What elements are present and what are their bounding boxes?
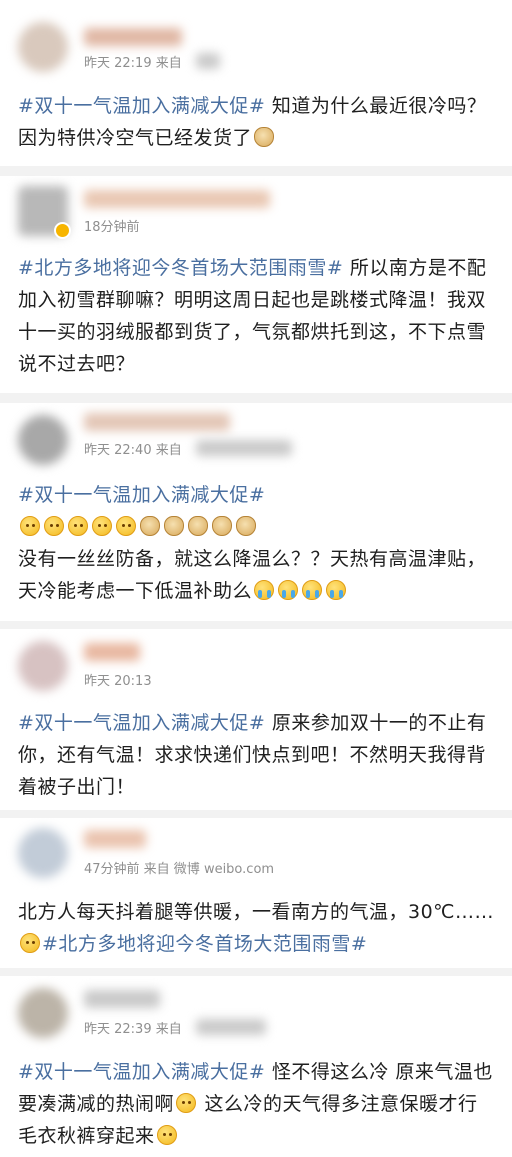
topic-hashtag[interactable]: #北方多地将迎今冬首场大范围雨雪#: [42, 933, 367, 955]
crying-icon: [254, 580, 275, 600]
post-card[interactable]: 昨天 20:13 #双十一气温加入满减大促# 原来参加双十一的不止有你，还有气温…: [0, 629, 512, 810]
username-redacted[interactable]: [84, 28, 182, 46]
divider: [0, 393, 512, 403]
post-meta: 昨天 20:13: [84, 674, 152, 689]
doge-icon: [236, 516, 256, 536]
post-meta: 昨天 22:39 来自: [84, 1022, 182, 1037]
doge-icon: [254, 127, 275, 147]
doge-icon: [212, 516, 232, 536]
post-meta: 47分钟前 来自 微博 weibo.com: [84, 862, 275, 877]
doge-icon: [164, 516, 184, 536]
topic-hashtag[interactable]: #双十一气温加入满减大促#: [18, 1061, 265, 1083]
laugh-icon: [176, 1093, 197, 1113]
post-meta: 18分钟前: [84, 220, 140, 235]
topic-hashtag[interactable]: #北方多地将迎今冬首场大范围雨雪#: [18, 257, 343, 279]
post-text: #双十一气温加入满减大促# 怪不得这么冷 原来气温也要凑满减的热闹啊 这么冷的天…: [18, 1056, 500, 1152]
post-card[interactable]: 昨天 22:39 来自 #双十一气温加入满减大促# 怪不得这么冷 原来气温也要凑…: [0, 976, 512, 1157]
grin-icon: [20, 516, 40, 536]
celebrate-icon: [156, 1125, 177, 1145]
user-badge-icon: [54, 222, 71, 239]
weibo-comment-feed: 昨天 22:19 来自 #双十一气温加入满减大促# 知道为什么最近很冷吗？因为特…: [0, 0, 512, 1157]
divider: [0, 968, 512, 976]
avatar[interactable]: [18, 828, 68, 878]
divider: [0, 621, 512, 629]
grin-icon: [92, 516, 112, 536]
username-redacted[interactable]: [84, 830, 146, 848]
grin-icon: [68, 516, 88, 536]
grin-icon: [116, 516, 136, 536]
topic-hashtag[interactable]: #双十一气温加入满减大促#: [18, 95, 265, 117]
source-redacted: [196, 1019, 266, 1035]
post-text: #北方多地将迎今冬首场大范围雨雪# 所以南方是不配加入初雪群聊嘛？明明这周日起也…: [18, 252, 500, 380]
divider: [0, 810, 512, 818]
post-text: #双十一气温加入满减大促# 知道为什么最近很冷吗？因为特供冷空气已经发货了: [18, 90, 500, 154]
post-body: 北方人每天抖着腿等供暖，一看南方的气温，30℃……: [18, 901, 495, 923]
crying-icon: [278, 580, 299, 600]
post-text: 北方人每天抖着腿等供暖，一看南方的气温，30℃…… #北方多地将迎今冬首场大范围雨…: [18, 896, 500, 960]
post-meta: 昨天 22:19 来自: [84, 56, 182, 71]
username-redacted[interactable]: [84, 413, 230, 431]
post-card[interactable]: 昨天 22:19 来自 #双十一气温加入满减大促# 知道为什么最近很冷吗？因为特…: [0, 0, 512, 168]
avatar[interactable]: [18, 988, 68, 1038]
avatar[interactable]: [18, 641, 68, 691]
post-card[interactable]: 18分钟前 #北方多地将迎今冬首场大范围雨雪# 所以南方是不配加入初雪群聊嘛？明…: [0, 176, 512, 393]
crying-icon: [302, 580, 323, 600]
doge-icon: [140, 516, 160, 536]
post-card[interactable]: 47分钟前 来自 微博 weibo.com 北方人每天抖着腿等供暖，一看南方的气…: [0, 818, 512, 968]
celebrate-icon: [20, 933, 40, 953]
topic-hashtag[interactable]: #双十一气温加入满减大促#: [18, 484, 265, 506]
source-redacted: [196, 440, 292, 456]
post-text: #双十一气温加入满减大促# 没有一丝丝防备，就这么降温么？？天热有高温津贴，天冷…: [18, 479, 500, 607]
avatar[interactable]: [18, 415, 68, 465]
topic-hashtag[interactable]: #双十一气温加入满减大促#: [18, 712, 265, 734]
avatar[interactable]: [18, 22, 68, 72]
doge-icon: [188, 516, 208, 536]
username-redacted[interactable]: [84, 190, 270, 208]
crying-icon: [326, 580, 347, 600]
username-redacted[interactable]: [84, 643, 140, 661]
post-meta: 昨天 22:40 来自: [84, 443, 182, 458]
post-card[interactable]: 昨天 22:40 来自 #双十一气温加入满减大促# 没有一丝丝防备，就这么降温么…: [0, 403, 512, 621]
source-redacted: [196, 53, 220, 69]
username-redacted[interactable]: [84, 990, 160, 1008]
post-text: #双十一气温加入满减大促# 原来参加双十一的不止有你，还有气温！求求快递们快点到…: [18, 707, 500, 803]
post-body: 没有一丝丝防备，就这么降温么？？天热有高温津贴，天冷能考虑一下低温补助么: [18, 548, 487, 602]
divider: [0, 166, 512, 176]
grin-icon: [44, 516, 64, 536]
